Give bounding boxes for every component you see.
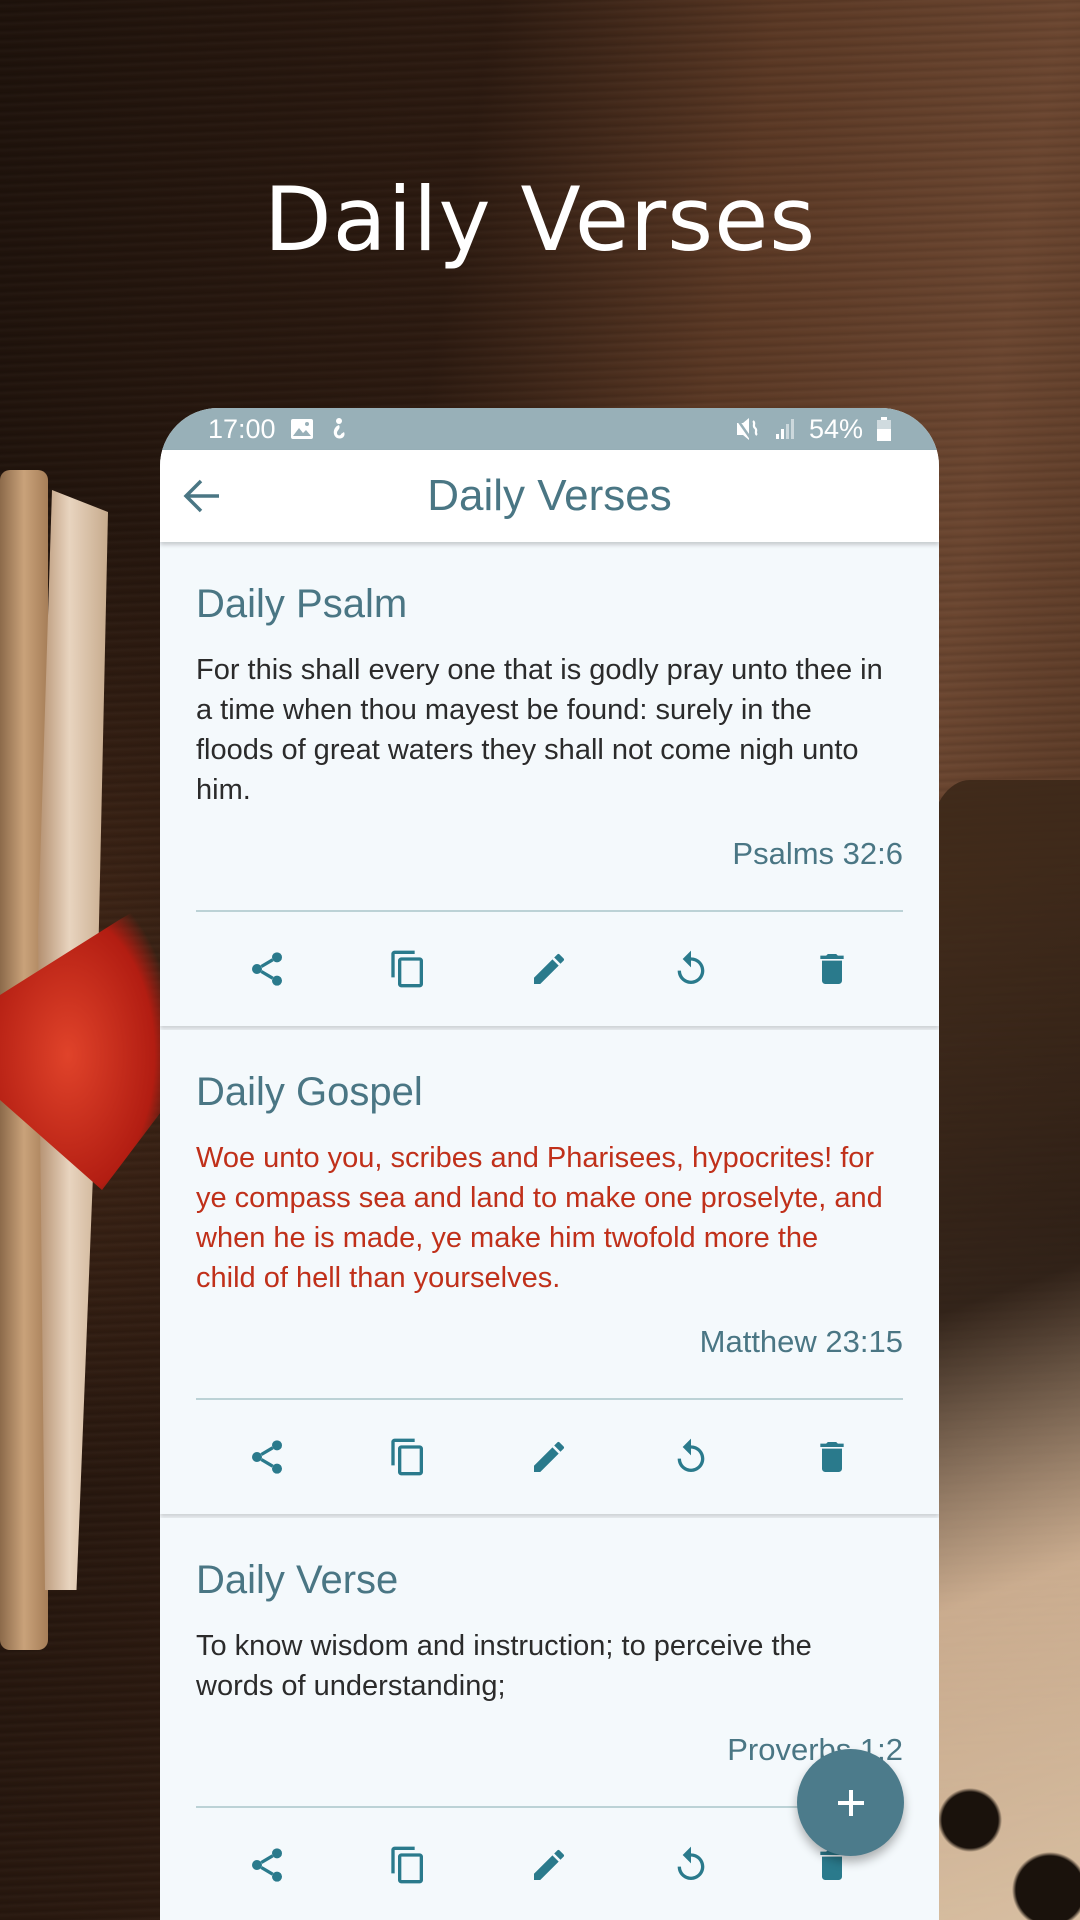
share-icon [251,1848,282,1882]
arrow-back-icon [183,479,219,513]
refresh-icon [677,1438,705,1472]
delete-button[interactable] [808,1433,856,1481]
copy-button[interactable] [384,1841,432,1889]
decorative-parchment [930,780,1080,1920]
copy-icon [391,1846,424,1884]
card-title: Daily Verse [196,1558,399,1602]
verse-reference: Psalms 32:6 [732,836,903,871]
card-actions [196,1400,903,1514]
verse-list: Daily Psalm For this shall every one tha… [160,542,939,1920]
verse-text: For this shall every one that is godly p… [196,654,883,806]
edit-button[interactable] [525,945,573,993]
edit-icon [534,1849,565,1880]
verse-reference: Matthew 23:15 [699,1324,903,1359]
verse-card: Daily Verse To know wisdom and instructi… [160,1518,939,1920]
edit-button[interactable] [525,1841,573,1889]
share-icon [251,952,282,986]
refresh-button[interactable] [667,945,715,993]
edit-icon [534,1441,565,1472]
delete-icon [820,1442,844,1472]
verse-text: To know wisdom and instruction; to perce… [196,1630,812,1702]
copy-icon [391,950,424,988]
verse-text: Woe unto you, scribes and Pharisees, hyp… [196,1142,883,1294]
add-verse-button[interactable] [797,1749,904,1856]
status-bar: 17:00 54% [160,408,939,450]
share-button[interactable] [243,945,291,993]
card-title: Daily Psalm [196,582,408,626]
card-actions [196,1808,903,1920]
verse-card: Daily Psalm For this shall every one tha… [160,542,939,1026]
vibrate-mute-icon [735,417,761,441]
signal-icon [775,418,795,440]
verse-reference: Proverbs 1:2 [727,1732,903,1767]
delete-button[interactable] [808,945,856,993]
back-button[interactable] [182,476,222,516]
battery-percent: 54% [808,413,863,444]
share-button[interactable] [243,1433,291,1481]
refresh-button[interactable] [667,1841,715,1889]
verse-card: Daily Gospel Woe unto you, scribes and P… [160,1030,939,1514]
refresh-button[interactable] [667,1433,715,1481]
copy-button[interactable] [384,1433,432,1481]
copy-button[interactable] [384,945,432,993]
app-notification-icon [328,417,348,441]
phone-screen: 17:00 54% Daily Verses Daily Psalm For t… [160,408,939,1920]
refresh-icon [677,950,705,984]
status-time: 17:00 [208,413,276,444]
card-actions [196,912,903,1026]
card-title: Daily Gospel [196,1070,423,1114]
refresh-icon [677,1846,705,1880]
edit-button[interactable] [525,1433,573,1481]
battery-icon [877,417,891,441]
share-icon [251,1440,282,1474]
share-button[interactable] [243,1841,291,1889]
image-notification-icon [290,418,314,440]
app-title: Daily Verses [427,471,672,520]
copy-icon [391,1438,424,1476]
delete-icon [820,954,844,984]
edit-icon [534,953,565,984]
decorative-scrolls [0,470,170,1650]
app-bar: Daily Verses [160,450,939,542]
promo-title: Daily Verses [263,168,817,271]
plus-icon [837,1789,864,1816]
